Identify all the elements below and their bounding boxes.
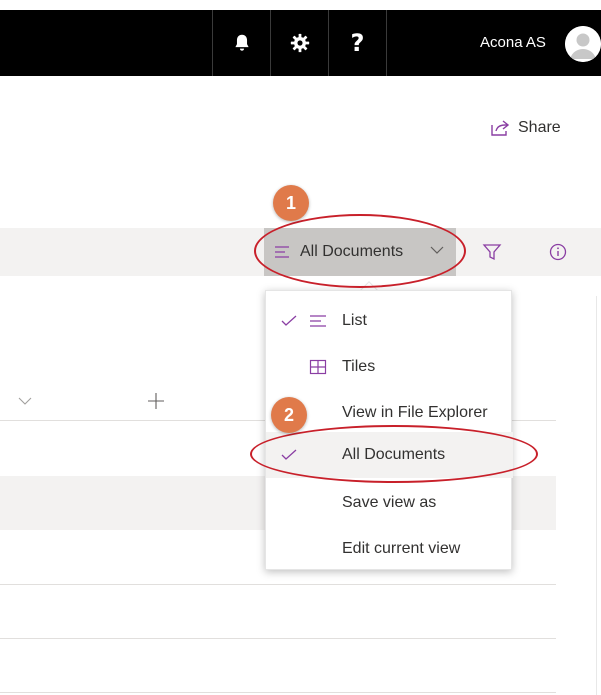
avatar-icon: [565, 26, 601, 62]
menu-item-list[interactable]: List: [266, 298, 513, 344]
add-column-icon[interactable]: [147, 392, 165, 410]
row-divider: [0, 584, 556, 585]
info-icon[interactable]: [548, 242, 568, 262]
gear-icon: [290, 33, 309, 53]
settings-button[interactable]: [270, 10, 328, 76]
highlight-ellipse-all-documents: [250, 425, 538, 483]
checkmark-icon: [281, 315, 297, 326]
column-chevron-icon[interactable]: [18, 396, 32, 406]
step-badge-2: 2: [271, 397, 307, 433]
filter-icon[interactable]: [482, 242, 502, 262]
bell-icon: [234, 34, 249, 51]
menu-item-label: Save view as: [342, 494, 437, 511]
share-icon: [491, 120, 510, 136]
suite-bar: ? Acona AS: [0, 10, 601, 76]
share-label: Share: [518, 119, 561, 136]
tiles-icon: [309, 359, 327, 375]
step-badge-1: 1: [273, 185, 309, 221]
account-name: Acona AS: [480, 34, 546, 51]
account-button[interactable]: Acona AS: [386, 10, 601, 76]
menu-item-save-view-as[interactable]: Save view as: [266, 480, 513, 526]
panel-edge: [596, 296, 597, 695]
row-divider: [0, 638, 556, 639]
list-icon: [310, 315, 326, 327]
notifications-button[interactable]: [212, 10, 270, 76]
menu-item-label: Tiles: [342, 358, 376, 375]
highlight-ellipse-view-switcher: [254, 214, 466, 288]
row-divider: [0, 692, 556, 693]
menu-item-label: List: [342, 312, 367, 329]
help-button[interactable]: ?: [328, 10, 386, 76]
menu-item-edit-current-view[interactable]: Edit current view: [266, 526, 513, 572]
menu-item-tiles[interactable]: Tiles: [266, 344, 513, 390]
share-button[interactable]: Share: [490, 119, 561, 137]
help-icon: ?: [350, 29, 365, 57]
menu-item-label: Edit current view: [342, 540, 461, 557]
menu-item-label: View in File Explorer: [342, 404, 488, 421]
